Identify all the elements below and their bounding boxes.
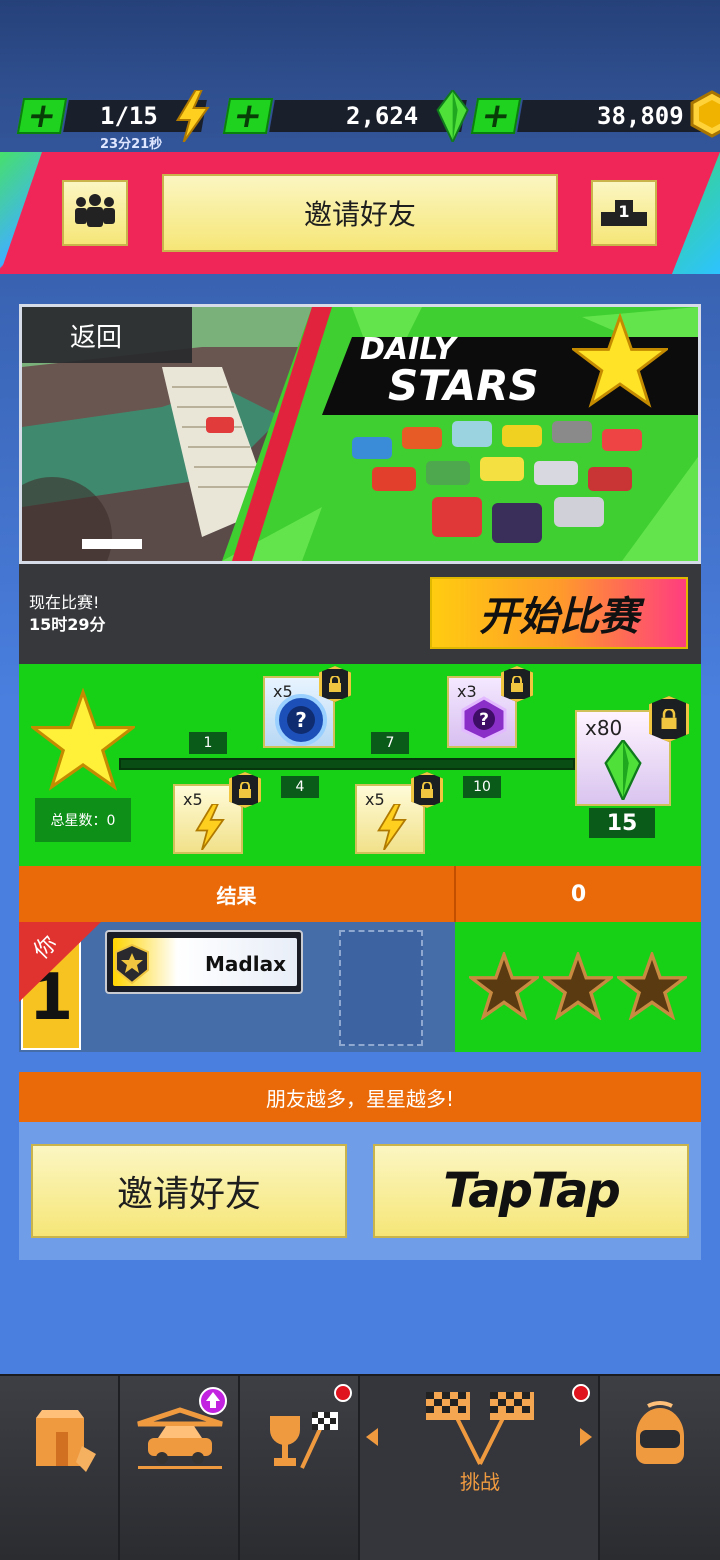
star-empty-icon [614,949,690,1024]
friends-banner: 邀请好友 1 [0,152,720,274]
checkered-flags-icon [422,1386,538,1470]
nav-shop[interactable] [0,1376,120,1560]
friends-group-icon [72,194,118,232]
empty-slot [339,930,423,1046]
upgrade-badge-icon [198,1386,228,1420]
total-stars-label: 总星数：0 [35,798,131,842]
energy-refill-timer: 23分21秒 [100,137,163,152]
invite-promo: 朋友越多，星星越多! 邀请好友 TapTap [19,1072,701,1260]
lock-icon [411,772,443,808]
nav-challenge[interactable]: 挑战 [360,1376,600,1560]
cars-illustration [352,421,642,543]
invite-friends-top-label: 邀请好友 [303,198,416,231]
gem-icon [603,738,643,804]
start-race-button[interactable]: 开始比赛 [430,577,688,649]
player-name-plate[interactable]: Madlax [105,930,303,994]
back-label: 返回 [70,322,123,353]
milestone-1: 1 [189,732,227,754]
nav-trophies[interactable] [240,1376,360,1560]
coins-currency: + 38,809 [470,90,720,138]
add-coins-button[interactable]: + [470,96,522,136]
star-empty-icon [466,949,542,1024]
results-score: 0 [454,866,701,922]
start-race-label: 开始比赛 [479,594,639,640]
leaderboard-row: 1 你 Madlax [19,922,701,1052]
lightning-icon [193,803,225,854]
daily-stars-title: DAILY STARS [360,332,539,410]
promo-header: 朋友越多，星星越多! [19,1072,701,1122]
back-button[interactable]: 返回 [22,307,192,363]
nav-garage[interactable] [120,1376,240,1560]
taptap-button[interactable]: TapTap [373,1144,689,1238]
reward-track: 总星数：0 1 4 7 10 15 x5 x5 ? x5 x3 ? x80 [19,664,701,866]
arrow-right-icon [580,1428,592,1450]
gems-value: 2,624 [345,102,418,130]
bottom-nav: 挑战 [0,1374,720,1560]
milestone-10: 10 [463,776,501,798]
notification-dot [334,1384,352,1402]
friends-button[interactable] [62,180,128,246]
reward-count: x80 [585,716,623,740]
big-star-icon [569,312,671,413]
lock-icon [319,666,351,702]
lock-icon [229,772,261,808]
lightning-icon [174,89,210,146]
taptap-logo: TapTap [443,1163,621,1219]
star-empty-icon [540,949,616,1024]
lock-icon [649,696,689,742]
player-name: Madlax [205,952,286,976]
event-hero-image: DAILY STARS 返回 [19,304,701,564]
svg-text:?: ? [295,708,307,732]
leaderboard-button[interactable]: 1 [591,180,657,246]
invite-friends-label: 邀请好友 [116,1174,261,1215]
leaderboard-rank: 1 [618,202,630,221]
gem-icon [436,88,470,146]
nav-profile[interactable] [600,1376,720,1560]
trophy-flag-icon [262,1402,342,1476]
results-header: 结果 0 [19,866,701,922]
event-timer-bar: 现在比赛! 15时29分 开始比赛 [19,564,701,664]
invite-friends-button[interactable]: 邀请好友 [31,1144,347,1238]
race-status-label: 现在比赛! [29,593,100,612]
arrow-left-icon [366,1428,378,1450]
question-box-icon: ? [275,694,327,750]
energy-currency: + 1/15 [16,89,210,143]
coins-value: 38,809 [597,102,684,130]
progress-track [119,758,575,770]
podium-icon: 1 [601,200,647,226]
milestone-4: 4 [281,776,319,798]
notification-dot [572,1384,590,1402]
earned-stars [455,922,701,1052]
add-gems-button[interactable]: + [222,96,274,136]
nav-challenge-label: 挑战 [460,1470,500,1494]
add-energy-button[interactable]: + [16,96,68,136]
milestone-15: 15 [589,808,655,838]
coin-icon [688,90,720,142]
invite-friends-top-button[interactable]: 邀请好友 [162,174,558,252]
race-time-left: 15时29分 [29,615,106,634]
shop-box-icon [30,1406,102,1480]
results-label: 结果 [19,866,454,922]
total-stars-star-icon [28,687,138,796]
lock-icon [501,666,533,702]
player-badge-icon [115,943,149,988]
energy-value: 1/15 [100,102,158,130]
milestone-7: 7 [371,732,409,754]
helmet-icon [630,1400,690,1476]
gems-currency: + 2,624 [222,88,469,145]
svg-text:?: ? [479,710,489,730]
lightning-icon [375,803,407,854]
question-box-icon: ? [461,696,507,746]
